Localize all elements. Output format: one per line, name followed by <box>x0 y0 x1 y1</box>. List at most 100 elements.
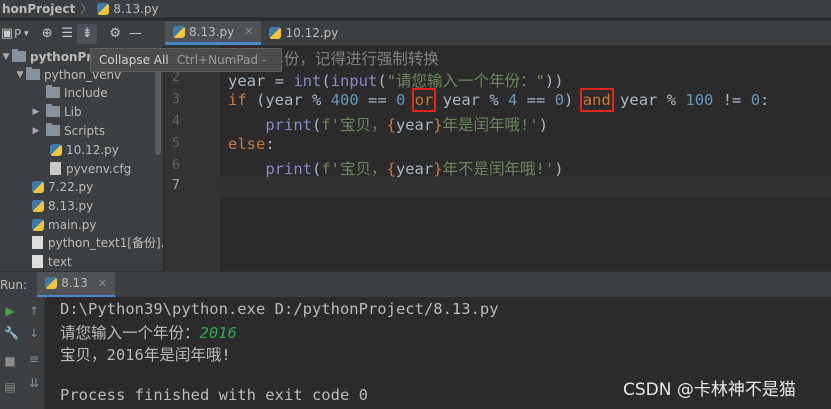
chevron-down-icon[interactable]: ▼ <box>0 52 12 62</box>
run-tab[interactable]: 8.13 ✕ <box>37 271 115 298</box>
settings-gear-icon[interactable]: ⚙ <box>105 24 125 44</box>
hide-panel-icon[interactable]: — <box>125 24 145 44</box>
locate-target-icon[interactable]: ⊕ <box>37 24 57 44</box>
text-file-icon <box>32 236 43 249</box>
tree-item-7-22[interactable]: 7.22.py <box>32 177 93 196</box>
console-command: D:\Python39\python.exe D:/pythonProject/… <box>60 300 499 318</box>
stop-icon[interactable]: ■ <box>4 355 16 367</box>
close-tab-icon[interactable]: ✕ <box>98 277 107 290</box>
code-text: != <box>713 91 751 109</box>
scroll-to-end-icon[interactable]: ⇊ <box>28 377 40 389</box>
code-text: : <box>760 91 770 109</box>
config-file-icon <box>50 162 61 175</box>
tree-label: text <box>48 254 72 269</box>
chevron-right-icon[interactable]: ▶ <box>30 126 42 136</box>
tooltip-label: Collapse All <box>99 53 169 67</box>
code-text: )) <box>544 72 564 90</box>
tree-item-10-12[interactable]: 10.12.py <box>50 140 119 159</box>
tree-item-main[interactable]: main.py <box>32 215 97 234</box>
breadcrumb-file[interactable]: 8.13.py <box>113 2 158 16</box>
tree-label: python_text1[备份].txt <box>48 236 163 250</box>
layout-icon[interactable]: ▤ <box>4 381 16 393</box>
fstring-brace: } <box>433 160 443 178</box>
number: 0 <box>554 91 565 109</box>
tab-8-13[interactable]: 8.13.py ✕ <box>165 21 262 45</box>
python-file-icon <box>32 180 44 193</box>
tree-item-text1[interactable]: python_text1[备份].txt <box>32 233 163 252</box>
tooltip-shortcut: Ctrl+NumPad - <box>176 53 267 67</box>
python-file-icon <box>97 2 110 15</box>
tab-10-12[interactable]: 10.12.py <box>261 21 346 45</box>
up-arrow-icon[interactable]: ↑ <box>28 305 40 317</box>
editor-tabs: 8.13.py ✕ 10.12.py <box>165 21 831 46</box>
string: "请您输入一个年份：" <box>386 72 545 90</box>
chevron-right-icon[interactable]: ▶ <box>30 107 42 117</box>
console-output: 宝贝，2016年是闰年哦! <box>60 346 231 364</box>
fstring-brace: { <box>386 160 396 178</box>
close-tab-icon[interactable]: ✕ <box>244 25 253 38</box>
expand-all-icon[interactable]: ☰ <box>57 24 77 44</box>
tree-item-include[interactable]: Include <box>46 83 108 102</box>
breadcrumb-project[interactable]: honProject <box>2 2 75 16</box>
code-text: == <box>358 91 396 109</box>
chevron-down-icon[interactable]: ▼ <box>14 70 26 80</box>
code-text: ( <box>377 72 387 90</box>
current-line-highlight <box>220 176 831 197</box>
tree-label: 8.13.py <box>48 198 94 213</box>
code-line-4[interactable]: print(f'宝贝，{year}年是闰年哦!') <box>228 113 548 135</box>
builtin: int <box>293 72 322 90</box>
tree-item-8-13[interactable]: 8.13.py <box>32 196 93 215</box>
collapse-all-tooltip: Collapse All Ctrl+NumPad - <box>90 48 282 72</box>
wrench-icon[interactable]: 🔧 <box>4 327 19 339</box>
code-text: year = <box>228 72 294 90</box>
project-view-icon[interactable]: ▣ <box>0 24 14 44</box>
number: 100 <box>685 91 714 109</box>
string: 年是闰年哦!' <box>442 116 539 134</box>
tree-item-root[interactable]: ▼ pythonPro <box>0 47 100 66</box>
run-toolbar: Run: 8.13 ✕ <box>0 271 831 298</box>
tree-item-text[interactable]: text <box>32 252 72 271</box>
builtin: print <box>228 116 312 134</box>
soft-wrap-icon[interactable]: ≡ <box>28 353 40 365</box>
number: 400 <box>330 91 359 109</box>
collapse-all-icon[interactable]: ⇟ <box>77 23 98 44</box>
code-text: == <box>517 91 555 109</box>
code-line-3[interactable]: if (year % 400 == 0 or year % 4 == 0) an… <box>228 88 770 112</box>
tree-item-lib[interactable]: ▶ Lib <box>30 102 82 121</box>
code-text: ) <box>554 160 564 178</box>
number: 0 <box>396 91 406 109</box>
code-text: ( <box>321 72 331 90</box>
run-side-toolbar-2: ↑ ↓ ≡ ⇊ <box>20 297 45 409</box>
rerun-icon[interactable]: ▶ <box>4 305 16 317</box>
tree-label: Scripts <box>64 123 106 138</box>
tree-item-pyvenv[interactable]: pyvenv.cfg <box>50 159 131 178</box>
code-text: : <box>265 135 275 153</box>
code-line-6[interactable]: print(f'宝贝，{year}年不是闰年哦!') <box>228 157 564 179</box>
tree-item-scripts[interactable]: ▶ Scripts <box>30 121 105 140</box>
tree-label: Include <box>64 85 108 100</box>
python-file-icon <box>32 218 44 231</box>
line-number: 5 <box>171 135 180 151</box>
breadcrumb: honProject 〉 8.13.py <box>0 0 831 18</box>
code-text: (year % <box>246 91 331 109</box>
console-exit: Process finished with exit code 0 <box>60 386 368 404</box>
line-number: 7 <box>171 177 180 193</box>
folder-icon <box>46 104 60 117</box>
folder-icon <box>46 85 60 98</box>
console-prompt: 请您输入一个年份： <box>60 324 200 342</box>
fstring-expr: year <box>395 116 434 134</box>
line-number-gutter: 1 2 3 4 5 6 7 <box>165 46 220 271</box>
project-view-selector[interactable]: P <box>14 27 21 41</box>
down-arrow-icon[interactable]: ↓ <box>28 327 40 339</box>
fstring-expr: year <box>395 160 434 178</box>
code-line-5[interactable]: else: <box>228 135 275 153</box>
dropdown-arrow-icon[interactable]: ▾ <box>21 24 31 44</box>
tree-label: main.py <box>48 217 97 232</box>
run-label: Run: <box>0 277 28 292</box>
fstring-brace: { <box>386 116 396 134</box>
tab-label: 10.12.py <box>285 26 339 40</box>
code-line-2[interactable]: year = int(input("请您输入一个年份：")) <box>228 69 564 91</box>
python-file-icon <box>45 277 58 289</box>
python-file-icon <box>269 27 282 39</box>
